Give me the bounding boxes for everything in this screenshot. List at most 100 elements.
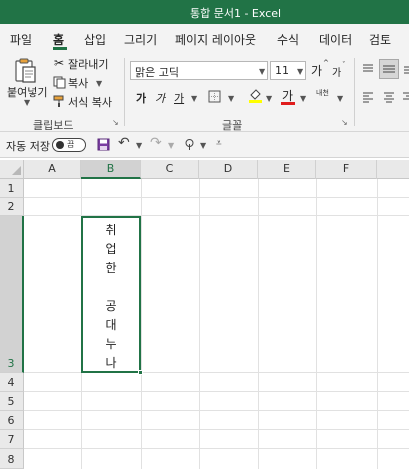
row-header-label: 5 — [7, 395, 15, 408]
align-right-icon[interactable] — [402, 90, 409, 104]
touch-mode-dropdown-icon[interactable]: ▼ — [200, 141, 206, 150]
autosave-toggle[interactable]: 끔 — [52, 138, 86, 152]
align-top-icon[interactable] — [361, 62, 375, 76]
font-group-label: 글꼴 — [222, 119, 243, 132]
font-size-dropdown-icon[interactable]: ▼ — [297, 67, 303, 76]
align-middle-icon[interactable] — [379, 59, 399, 79]
italic-button[interactable]: 가 — [155, 90, 165, 106]
row-header-label: 6 — [7, 414, 15, 427]
window-title: 통합 문서1 - Excel — [190, 7, 282, 20]
column-header-b[interactable]: B — [81, 160, 141, 179]
underline-button[interactable]: 가 — [174, 90, 184, 106]
row-header-4[interactable]: 4 — [0, 373, 24, 392]
copy-icon — [52, 75, 66, 89]
fill-color-icon[interactable] — [247, 87, 263, 103]
redo-icon[interactable]: ↷ — [150, 135, 162, 151]
font-size-value: 11 — [275, 64, 289, 77]
cell-b3-char: 업 — [105, 242, 117, 256]
row-header-5[interactable]: 5 — [0, 392, 24, 411]
gridline-horizontal — [24, 448, 409, 449]
tab-review[interactable]: 검토 — [369, 31, 391, 48]
row-header-7[interactable]: 7 — [0, 430, 24, 449]
cell-b3-char: 한 — [105, 261, 117, 275]
paste-icon[interactable] — [12, 56, 40, 86]
font-color-dropdown-icon[interactable]: ▼ — [300, 94, 306, 103]
copy-dropdown-icon[interactable]: ▼ — [96, 79, 102, 88]
select-all-triangle-icon — [12, 166, 21, 175]
gridline-horizontal — [24, 429, 409, 430]
redo-dropdown-icon[interactable]: ▼ — [168, 141, 174, 150]
gridline-horizontal — [24, 410, 409, 411]
touch-mode-icon[interactable] — [182, 137, 196, 151]
tab-data[interactable]: 데이터 — [319, 31, 352, 48]
column-header-g[interactable] — [377, 160, 409, 179]
align-center-icon[interactable] — [382, 90, 396, 104]
gridline-vertical — [377, 179, 378, 469]
row-header-label: 8 — [7, 453, 15, 466]
row-header-label: 4 — [7, 376, 15, 389]
phonetic-dropdown-icon[interactable]: ▼ — [337, 94, 343, 103]
tab-home[interactable]: 홈 — [53, 31, 64, 48]
dialog-launcher-icon[interactable]: ↘ — [112, 118, 119, 127]
cell-b3-char: 대 — [105, 318, 117, 332]
shrink-font-icon: ˇ — [342, 61, 346, 69]
column-header-d[interactable]: D — [199, 160, 258, 179]
row-header-2[interactable]: 2 — [0, 198, 24, 216]
cell-b3-char: 취 — [105, 223, 117, 237]
bold-button[interactable]: 가 — [136, 90, 146, 106]
excel-window: 통합 문서1 - Excel 파일 홈 삽입 그리기 페이지 레이아웃 수식 데… — [0, 0, 409, 469]
align-left-icon[interactable] — [361, 90, 375, 104]
shrink-font-button[interactable]: 가 — [332, 64, 341, 79]
quick-access-toolbar: 자동 저장 끔 ↶ ▼ ↷ ▼ ▼ ⩡ — [0, 132, 409, 158]
column-header-a[interactable]: A — [24, 160, 81, 179]
paste-dropdown-icon[interactable]: ▼ — [24, 98, 30, 107]
phonetic-button[interactable]: 내천 — [316, 88, 329, 98]
copy-button[interactable]: 복사 — [68, 75, 88, 91]
cell-b3-char: 누 — [105, 337, 117, 351]
clipboard-group-label: 클립보드 — [33, 119, 74, 132]
column-header-c[interactable]: C — [141, 160, 199, 179]
title-bar: 통합 문서1 - Excel — [0, 0, 409, 24]
customize-qat-icon[interactable]: ⩡ — [216, 138, 222, 149]
gridline-vertical — [199, 179, 200, 469]
cut-button[interactable]: 잘라내기 — [68, 56, 108, 72]
cell-b3[interactable]: 취 업 한 공 대 누 나 — [81, 216, 143, 375]
border-dropdown-icon[interactable]: ▼ — [228, 94, 234, 103]
save-icon[interactable] — [96, 137, 110, 151]
tab-page-layout[interactable]: 페이지 레이아웃 — [175, 31, 256, 48]
gridline-vertical — [141, 179, 142, 469]
font-color-swatch — [281, 102, 295, 105]
font-name-select[interactable]: 맑은 고딕 — [130, 61, 268, 80]
row-header-label: 2 — [7, 200, 15, 213]
border-icon[interactable] — [207, 89, 221, 103]
autosave-state: 끔 — [67, 140, 75, 149]
row-header-label: 7 — [7, 433, 15, 446]
align-bottom-icon[interactable] — [403, 62, 409, 76]
active-tab-indicator — [53, 47, 67, 50]
row-header-6[interactable]: 6 — [0, 411, 24, 430]
column-header-f[interactable]: F — [316, 160, 377, 179]
toggle-knob — [56, 141, 64, 149]
grow-font-icon: ^ — [323, 59, 329, 67]
gridline-horizontal — [24, 391, 409, 392]
tab-insert[interactable]: 삽입 — [84, 31, 106, 48]
gridline-vertical — [316, 179, 317, 469]
tab-formulas[interactable]: 수식 — [277, 31, 299, 48]
column-header-e[interactable]: E — [258, 160, 316, 179]
row-header-3[interactable]: 3 — [0, 216, 24, 373]
font-name-dropdown-icon[interactable]: ▼ — [259, 67, 265, 76]
fill-handle[interactable] — [138, 370, 143, 375]
undo-dropdown-icon[interactable]: ▼ — [136, 141, 142, 150]
undo-icon[interactable]: ↶ — [118, 135, 130, 151]
font-name-value: 맑은 고딕 — [135, 66, 179, 79]
format-painter-button[interactable]: 서식 복사 — [68, 94, 112, 110]
row-header-8[interactable]: 8 — [0, 449, 24, 469]
tab-draw[interactable]: 그리기 — [124, 31, 157, 48]
underline-dropdown-icon[interactable]: ▼ — [191, 94, 197, 103]
fill-color-dropdown-icon[interactable]: ▼ — [266, 94, 272, 103]
font-dialog-launcher-icon[interactable]: ↘ — [341, 118, 348, 127]
grow-font-button[interactable]: 가 — [311, 62, 322, 79]
cell-b3-char: 공 — [105, 299, 117, 313]
row-header-1[interactable]: 1 — [0, 179, 24, 198]
tab-file[interactable]: 파일 — [10, 31, 32, 48]
